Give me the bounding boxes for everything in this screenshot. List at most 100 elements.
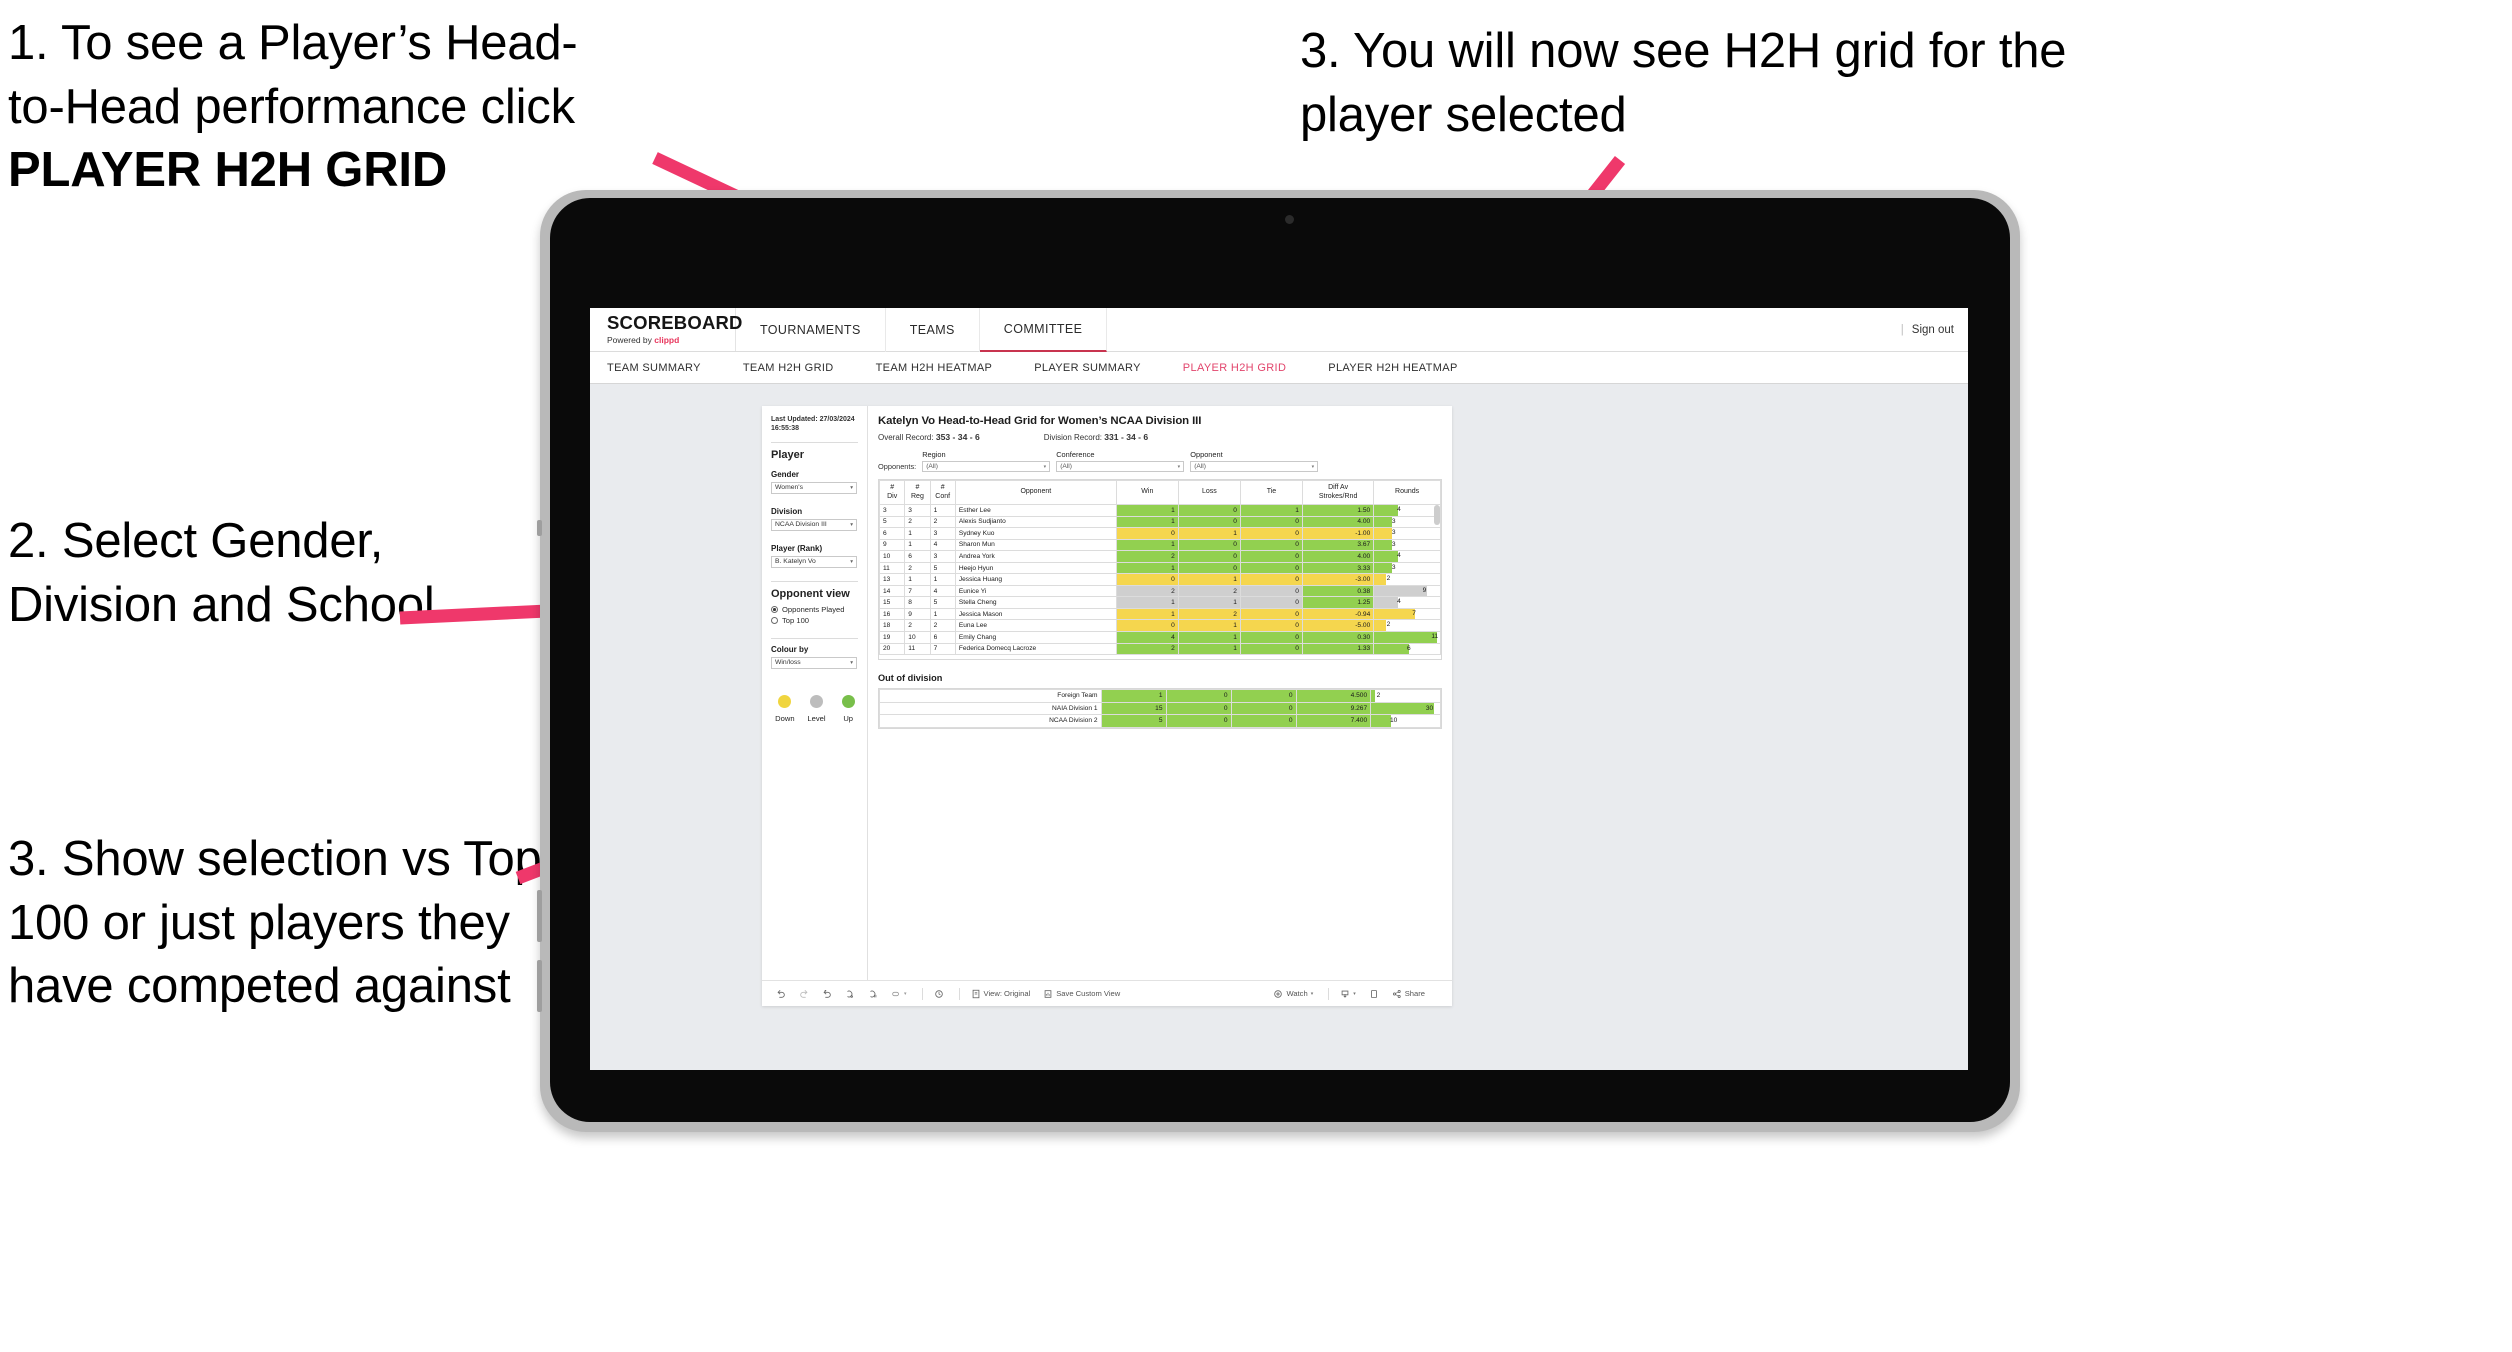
view-icon <box>971 989 981 999</box>
revert-button[interactable] <box>822 989 832 999</box>
out-of-division-row[interactable]: Foreign Team 1 0 0 4.500 2 <box>879 689 1441 703</box>
cell-tie: 0 <box>1239 561 1303 575</box>
col-diff-av[interactable]: Diff Av Strokes/Rnd <box>1301 480 1375 505</box>
table-row[interactable]: 6 1 3 Sydney Kuo 0 1 0 -1.00 3 <box>879 527 1441 540</box>
table-row[interactable]: 5 2 2 Alexis Sudjianto 1 0 0 4.00 3 <box>879 515 1441 529</box>
cell-rounds: 2 <box>1370 689 1441 703</box>
cell-diff: 1.25 <box>1301 596 1375 609</box>
share-button[interactable]: Share <box>1392 989 1425 999</box>
col-tie[interactable]: Tie <box>1239 480 1303 505</box>
legend-level-label: Level <box>807 713 826 723</box>
sign-out-link[interactable]: Sign out <box>1912 324 1954 336</box>
table-row[interactable]: 3 3 1 Esther Lee 1 0 1 1.50 4 <box>879 504 1441 517</box>
tab-player-h2h-grid[interactable]: PLAYER H2H GRID <box>1183 362 1308 374</box>
cell-loss: 0 <box>1177 538 1241 552</box>
clock-button[interactable] <box>934 989 944 999</box>
table-row[interactable]: 11 2 5 Heejo Hyun 1 0 0 3.33 3 <box>879 561 1441 575</box>
player-rank-select[interactable]: B. Katelyn Vo ▾ <box>771 555 857 568</box>
pane-divider-1 <box>771 441 858 443</box>
col-reg[interactable]: # Reg <box>904 480 931 505</box>
opponent-select[interactable]: (All) ▾ <box>1190 461 1319 472</box>
colour-by-select[interactable]: Win/loss ▾ <box>771 656 857 669</box>
fullscreen-button[interactable] <box>1369 989 1379 999</box>
col-opponent[interactable]: Opponent <box>954 480 1117 505</box>
cell-rounds: 30 <box>1370 701 1441 716</box>
app-header: SCOREBOARD Powered by clippd TOURNAMENTS… <box>590 308 1968 352</box>
division-select[interactable]: NCAA Division III ▾ <box>771 518 857 531</box>
cell-reg: 2 <box>904 619 931 632</box>
cell-diff: 3.33 <box>1301 561 1375 575</box>
region-label: Region <box>922 450 946 459</box>
conference-select[interactable]: (All) ▾ <box>1056 461 1185 472</box>
sign-out-area[interactable]: | Sign out <box>1901 308 1954 352</box>
cell-reg: 8 <box>904 596 931 609</box>
chevron-down-icon: ▾ <box>1311 463 1315 470</box>
cell-reg: 11 <box>904 642 931 656</box>
cell-rounds: 9 <box>1373 584 1441 598</box>
table-row[interactable]: 10 6 3 Andrea York 2 0 0 4.00 4 <box>879 550 1441 563</box>
cell-conf: 5 <box>929 596 956 609</box>
region-select[interactable]: (All) ▾ <box>922 461 1051 472</box>
cell-div: 19 <box>879 631 906 644</box>
cell-tie: 0 <box>1230 701 1297 716</box>
refresh-button[interactable] <box>845 989 855 999</box>
tab-team-h2h-heatmap[interactable]: TEAM H2H HEATMAP <box>876 362 1015 374</box>
out-of-division-row[interactable]: NAIA Division 1 15 0 0 9.267 30 <box>879 701 1441 716</box>
table-row[interactable]: 20 11 7 Federica Domecq Lacroze 2 1 0 1.33 6 <box>879 642 1441 656</box>
cell-opponent: Heejo Hyun <box>954 561 1117 575</box>
redo-button[interactable] <box>799 989 809 999</box>
brand-logo[interactable]: SCOREBOARD Powered by clippd <box>590 308 742 351</box>
out-of-division-row[interactable]: NCAA Division 2 5 0 0 7.400 10 <box>879 714 1441 728</box>
radio-opponents-played[interactable]: Opponents Played <box>771 605 858 614</box>
cell-div: 20 <box>879 642 906 656</box>
table-row[interactable]: 16 9 1 Jessica Mason 1 2 0 -0.94 7 <box>879 607 1441 621</box>
highlight-button[interactable]: ▾ <box>891 989 907 999</box>
gender-select[interactable]: Women's ▾ <box>771 481 857 494</box>
sub-navigation: TEAM SUMMARY TEAM H2H GRID TEAM H2H HEAT… <box>590 352 1968 384</box>
brand-subtitle: Powered by clippd <box>607 335 735 345</box>
nav-teams[interactable]: TEAMS <box>886 308 980 352</box>
col-div[interactable]: # Div <box>879 480 906 505</box>
cell-diff: -3.00 <box>1301 573 1375 586</box>
cell-opponent: Euna Lee <box>954 619 1117 632</box>
out-of-division-body: Foreign Team 1 0 0 4.500 2 NAIA Division 1 15 0 0… <box>879 689 1441 728</box>
player-rank-value: B. Katelyn Vo <box>775 558 816 566</box>
col-win[interactable]: Win <box>1115 480 1179 505</box>
table-row[interactable]: 13 1 1 Jessica Huang 0 1 0 -3.00 2 <box>879 573 1441 586</box>
table-row[interactable]: 9 1 4 Sharon Mun 1 0 0 3.67 3 <box>879 538 1441 552</box>
pause-button[interactable] <box>868 989 878 999</box>
tab-player-summary[interactable]: PLAYER SUMMARY <box>1034 362 1163 374</box>
radio-top-100[interactable]: Top 100 <box>771 616 858 625</box>
tablet-button-power <box>537 520 542 536</box>
nav-committee[interactable]: COMMITTEE <box>979 308 1108 352</box>
radio-unselected-icon <box>771 616 778 624</box>
division-record-label: Division Record: <box>1043 433 1103 442</box>
tab-player-h2h-heatmap[interactable]: PLAYER H2H HEATMAP <box>1328 362 1479 374</box>
save-custom-view-button[interactable]: Save Custom View <box>1043 989 1120 999</box>
col-rounds[interactable]: Rounds <box>1373 480 1441 505</box>
watch-label: Watch <box>1286 989 1308 998</box>
undo-button[interactable] <box>776 989 786 999</box>
chevron-down-icon: ▾ <box>1043 463 1047 470</box>
cell-opponent: Federica Domecq Lacroze <box>954 642 1117 656</box>
cell-rounds: 2 <box>1373 619 1441 632</box>
cell-tie: 0 <box>1239 631 1303 644</box>
cell-rounds: 2 <box>1373 573 1441 586</box>
tab-team-summary[interactable]: TEAM SUMMARY <box>607 362 723 374</box>
view-original-button[interactable]: View: Original <box>971 989 1030 999</box>
cell-conf: 5 <box>929 561 956 575</box>
col-loss[interactable]: Loss <box>1177 480 1241 505</box>
watch-button[interactable]: Watch ▾ <box>1273 989 1313 999</box>
table-row[interactable]: 14 7 4 Eunice Yi 2 2 0 0.38 9 <box>879 584 1441 598</box>
table-row[interactable]: 18 2 2 Euna Lee 0 1 0 -5.00 2 <box>879 619 1441 632</box>
nav-tournaments[interactable]: TOURNAMENTS <box>736 308 886 352</box>
cell-opponent: Sharon Mun <box>954 538 1117 552</box>
table-row[interactable]: 19 10 6 Emily Chang 4 1 0 0.30 11 <box>879 631 1441 644</box>
col-conf[interactable]: # Conf <box>929 480 956 505</box>
cell-reg: 1 <box>904 527 931 540</box>
table-row[interactable]: 15 8 5 Stella Cheng 1 1 0 1.25 4 <box>879 596 1441 609</box>
download-button[interactable]: ▾ <box>1340 989 1356 999</box>
tab-team-h2h-grid[interactable]: TEAM H2H GRID <box>743 362 856 374</box>
radio-opponents-played-label: Opponents Played <box>782 604 845 614</box>
region-value: (All) <box>926 463 938 470</box>
